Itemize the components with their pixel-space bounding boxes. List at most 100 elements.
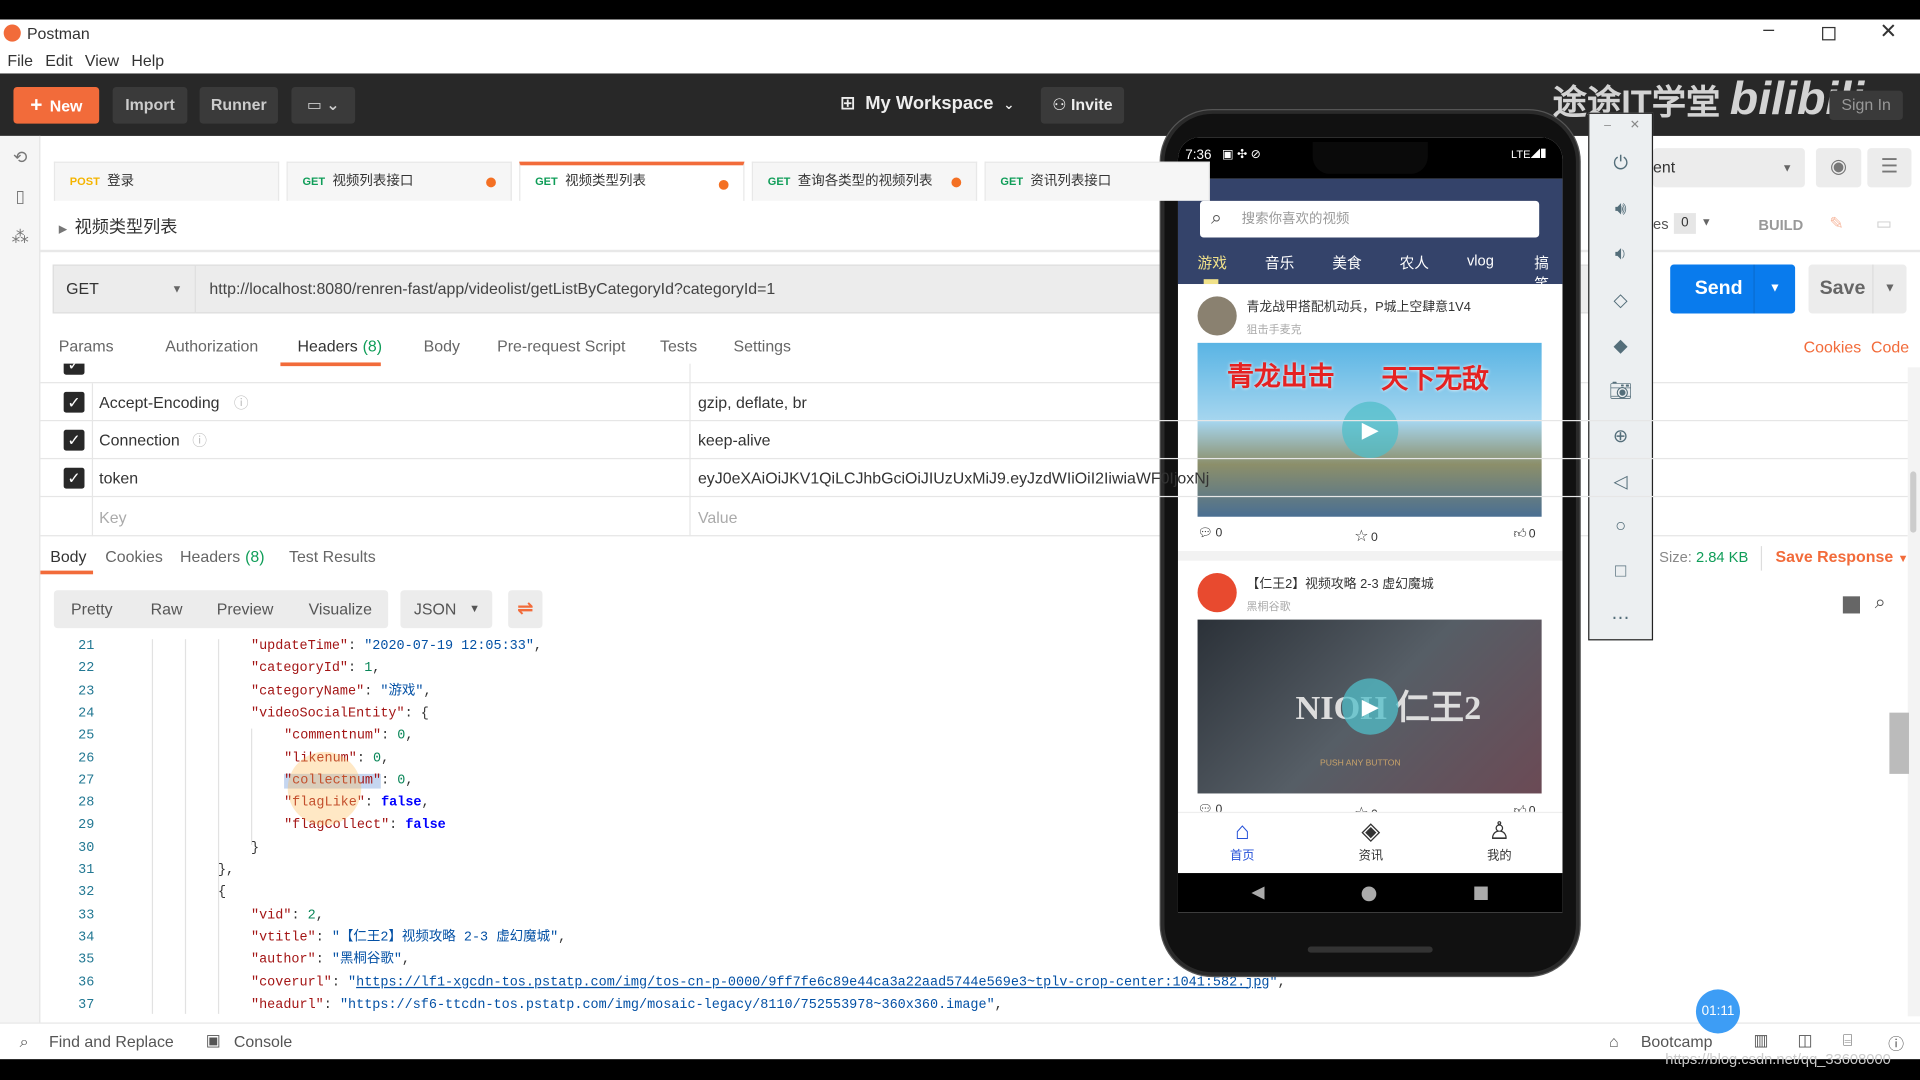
history-icon[interactable]: ⟲ bbox=[10, 147, 31, 168]
minimize-icon[interactable]: – bbox=[1763, 20, 1774, 42]
code-scrollbar-thumb[interactable] bbox=[1889, 712, 1909, 774]
checkbox[interactable]: ✓ bbox=[63, 467, 85, 489]
request-tab[interactable]: POST 登录 bbox=[53, 161, 280, 201]
code-link[interactable]: Code bbox=[1871, 338, 1909, 356]
cookies-link[interactable]: Cookies bbox=[1804, 338, 1862, 356]
home-icon[interactable]: ○ bbox=[1589, 516, 1651, 537]
request-tab[interactable]: GET 视频列表接口 bbox=[286, 161, 512, 201]
close-icon[interactable]: ✕ bbox=[1880, 20, 1897, 44]
header-value[interactable]: keep-alive bbox=[698, 431, 771, 449]
view-visualize[interactable]: Visualize bbox=[309, 600, 372, 618]
menu-edit[interactable]: Edit bbox=[45, 51, 72, 69]
header-key[interactable]: token bbox=[99, 469, 138, 487]
wrap-lines-icon[interactable]: ⇌ bbox=[508, 590, 543, 629]
request-title[interactable]: ▶ 视频类型列表 bbox=[59, 214, 178, 238]
json-token[interactable]: https://lf1-xgcdn-tos.pstatp.com/img/tos… bbox=[356, 975, 1269, 990]
play-icon[interactable]: ▶ bbox=[1342, 678, 1399, 735]
value-placeholder[interactable]: Value bbox=[698, 508, 738, 526]
build-mode[interactable]: BUILD bbox=[1758, 217, 1803, 234]
more-icon[interactable]: ⋯ bbox=[1589, 606, 1651, 628]
trash-icon[interactable]: ⌸ bbox=[1843, 1031, 1853, 1051]
header-value[interactable]: gzip, deflate, br bbox=[698, 393, 807, 411]
response-tab-headers[interactable]: Headers (8) bbox=[180, 547, 265, 565]
collections-icon[interactable]: ▯ bbox=[10, 186, 31, 207]
menu-help[interactable]: Help bbox=[131, 51, 164, 69]
settings-sliders-icon[interactable]: ☰ bbox=[1867, 148, 1912, 188]
nav-home[interactable]: ⌂ 首页 bbox=[1178, 818, 1307, 863]
find-replace-button[interactable]: Find and Replace bbox=[49, 1032, 174, 1050]
like-button[interactable]: 👍︎0 bbox=[1513, 527, 1535, 541]
layout-single-icon[interactable]: ▥ bbox=[1753, 1031, 1768, 1051]
layout-split-icon[interactable]: ◫ bbox=[1798, 1031, 1813, 1051]
checkbox[interactable]: ✓ bbox=[63, 391, 85, 413]
request-tab[interactable]: GET 资讯列表接口 bbox=[984, 161, 1210, 201]
invite-button[interactable]: ⚇ Invite bbox=[1040, 86, 1125, 124]
home-icon[interactable] bbox=[1361, 886, 1377, 902]
format-select[interactable]: JSON ▼ bbox=[400, 590, 493, 629]
power-icon[interactable]: ⏻ bbox=[1589, 153, 1651, 174]
save-button[interactable]: Save ▼ bbox=[1808, 264, 1907, 314]
caret-down-icon[interactable]: ▼ bbox=[1701, 216, 1712, 228]
search-icon[interactable]: ⌕ bbox=[1875, 593, 1886, 615]
header-key[interactable]: Connection bbox=[99, 431, 180, 449]
caret-down-icon[interactable]: ▼ bbox=[1872, 264, 1906, 314]
tab-params[interactable]: Params bbox=[59, 337, 114, 355]
minimize-icon[interactable]: – bbox=[1604, 119, 1611, 132]
response-tab-cookies[interactable]: Cookies bbox=[105, 547, 163, 565]
import-button[interactable]: Import bbox=[112, 86, 188, 124]
category-tab[interactable]: 美食 bbox=[1332, 252, 1361, 273]
menu-file[interactable]: File bbox=[7, 51, 33, 69]
timer-bubble[interactable]: 01:11 bbox=[1695, 989, 1741, 1034]
rotate-right-icon[interactable]: ◆ bbox=[1589, 334, 1651, 357]
eye-icon[interactable]: ◉ bbox=[1815, 148, 1862, 188]
video-cover[interactable]: NIOH 仁王2PUSH ANY BUTTON▶ bbox=[1197, 619, 1542, 794]
caret-down-icon[interactable]: ▼ bbox=[1753, 264, 1795, 314]
back-icon[interactable]: ◀ bbox=[1251, 882, 1264, 903]
header-key[interactable]: Accept-Encoding bbox=[99, 393, 219, 411]
scrollbar[interactable] bbox=[1907, 367, 1920, 1017]
request-tab[interactable]: GET 查询各类型的视频列表 bbox=[751, 161, 978, 201]
apis-icon[interactable]: ⁂ bbox=[10, 227, 31, 248]
nav-compass[interactable]: ◈ 资讯 bbox=[1307, 818, 1436, 863]
workspace-switcher[interactable]: ⊞ My Workspace ⌄ bbox=[840, 92, 1015, 114]
new-window-button[interactable]: ▭ ⌄ bbox=[291, 86, 356, 124]
view-preview[interactable]: Preview bbox=[217, 600, 274, 618]
video-title[interactable]: 【仁王2】视频攻略 2-3 虚幻魔城 bbox=[1247, 574, 1434, 592]
video-card[interactable]: 【仁王2】视频攻略 2-3 虚幻魔城黑桐谷歌NIOH 仁王2PUSH ANY B… bbox=[1177, 560, 1563, 828]
search-input[interactable]: ⌕ 搜索你喜欢的视频 bbox=[1200, 200, 1540, 238]
response-tab-body[interactable]: Body bbox=[50, 547, 86, 565]
runner-button[interactable]: Runner bbox=[199, 86, 278, 124]
console-button[interactable]: Console bbox=[234, 1032, 292, 1050]
response-tab-test-results[interactable]: Test Results bbox=[289, 547, 376, 565]
bootcamp-button[interactable]: Bootcamp bbox=[1641, 1032, 1713, 1050]
tab-headers[interactable]: Headers (8) bbox=[298, 337, 383, 355]
save-response-button[interactable]: Save Response ▼ bbox=[1776, 547, 1909, 565]
rotate-left-icon[interactable]: ◇ bbox=[1589, 289, 1651, 311]
sign-in-button[interactable]: Sign In bbox=[1829, 90, 1903, 121]
checkbox[interactable]: ✓ bbox=[63, 363, 85, 375]
view-raw[interactable]: Raw bbox=[151, 600, 183, 618]
copy-icon[interactable] bbox=[1842, 596, 1861, 614]
overview-icon[interactable]: □ bbox=[1589, 561, 1651, 582]
tab-tests[interactable]: Tests bbox=[660, 337, 697, 355]
examples-count[interactable]: 0 bbox=[1673, 213, 1696, 234]
nav-user[interactable]: ♙ 我的 bbox=[1435, 818, 1562, 863]
collect-button[interactable]: ☆0 bbox=[1354, 527, 1378, 547]
menu-view[interactable]: View bbox=[85, 51, 119, 69]
overview-icon[interactable] bbox=[1474, 886, 1488, 901]
environment-select[interactable]: ent ▼ bbox=[1653, 148, 1805, 188]
volume-down-icon[interactable]: 🔉︎ bbox=[1589, 244, 1651, 265]
restore-icon[interactable] bbox=[1822, 26, 1836, 41]
header-value[interactable]: eyJ0eXAiOiJKV1QiLCJhbGciOiJIUzUxMiJ9.eyJ… bbox=[698, 469, 1209, 487]
volume-up-icon[interactable]: 🔊︎ bbox=[1589, 198, 1651, 219]
tab-body[interactable]: Body bbox=[424, 337, 460, 355]
category-tab[interactable]: vlog bbox=[1467, 252, 1494, 269]
send-button[interactable]: Send ▼ bbox=[1670, 264, 1796, 314]
method-select[interactable]: GET ▼ bbox=[52, 264, 196, 314]
checkbox[interactable]: ✓ bbox=[63, 429, 85, 451]
comment-icon[interactable]: ▭ bbox=[1876, 213, 1892, 234]
category-tab[interactable]: 农人 bbox=[1400, 252, 1429, 273]
close-icon[interactable]: ✕ bbox=[1630, 119, 1640, 132]
tab-settings[interactable]: Settings bbox=[733, 337, 791, 355]
request-tab[interactable]: GET 视频类型列表 bbox=[519, 161, 745, 201]
